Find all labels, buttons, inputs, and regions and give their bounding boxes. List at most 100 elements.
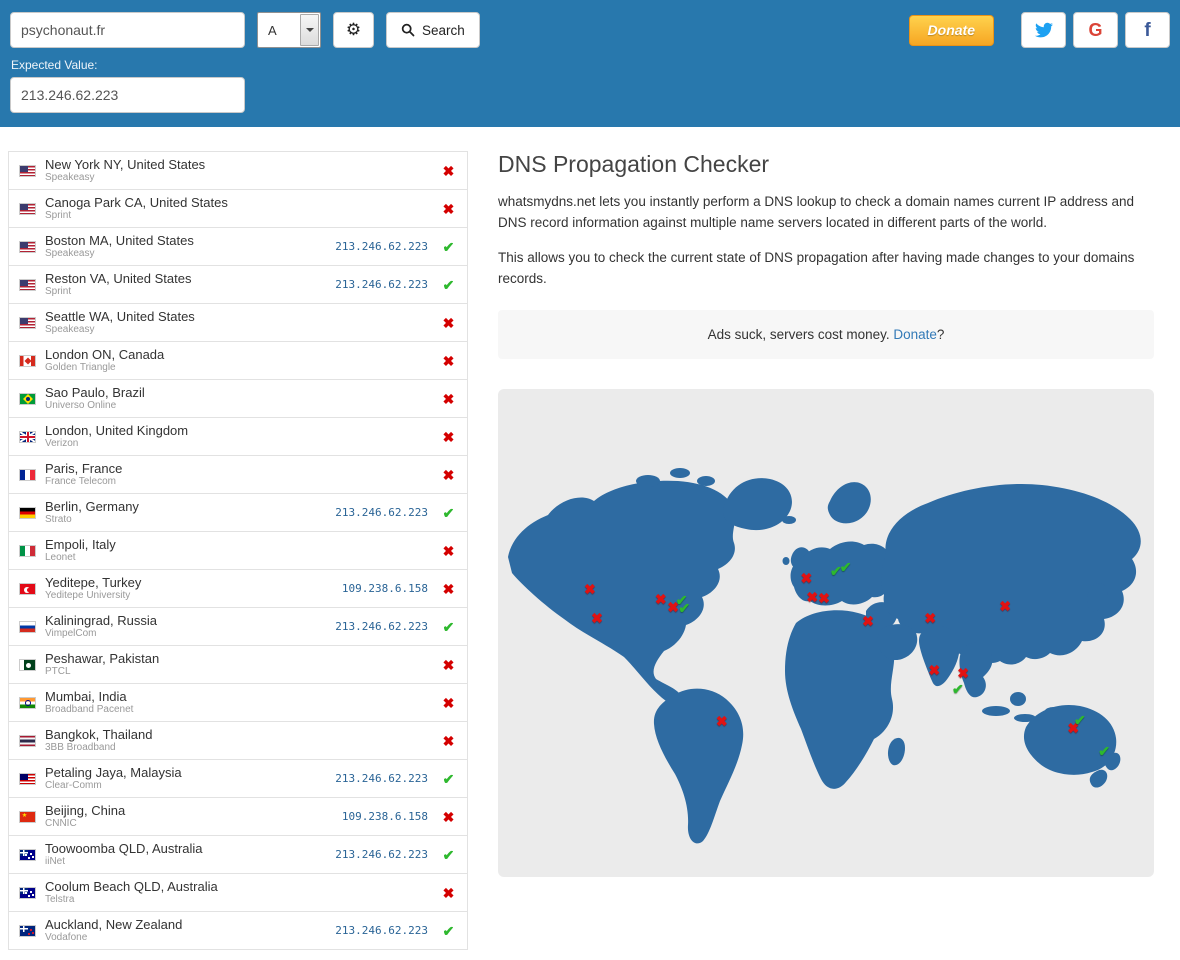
server-info: Coolum Beach QLD, Australia Telstra xyxy=(45,879,428,906)
server-location: Yeditepe, Turkey xyxy=(45,575,142,590)
twitter-button[interactable] xyxy=(1021,12,1066,48)
twitter-icon xyxy=(1034,22,1053,38)
result-row[interactable]: Boston MA, United States Speakeasy 213.2… xyxy=(9,228,467,266)
record-type-select-wrap: A xyxy=(257,12,321,48)
search-icon xyxy=(401,23,415,37)
nz-flag-icon xyxy=(19,924,36,937)
tr-flag-icon xyxy=(19,582,36,595)
server-provider: VimpelCom xyxy=(45,628,97,639)
server-provider: France Telecom xyxy=(45,476,116,487)
result-row[interactable]: Sao Paulo, Brazil Universo Online ✖ xyxy=(9,380,467,418)
server-provider: Sprint xyxy=(45,210,72,221)
server-info: Canoga Park CA, United States Sprint xyxy=(45,195,428,222)
record-type-select[interactable]: A xyxy=(257,12,321,48)
google-button[interactable]: G xyxy=(1073,12,1118,48)
server-provider: Speakeasy xyxy=(45,248,95,259)
result-row[interactable]: Peshawar, Pakistan PTCL ✖ xyxy=(9,646,467,684)
server-location: Sao Paulo, Brazil xyxy=(45,385,145,400)
server-location: Canoga Park CA, United States xyxy=(45,195,228,210)
status-fail-icon: ✖ xyxy=(442,542,455,559)
server-provider: Vodafone xyxy=(45,932,88,943)
resolved-ip: 213.246.62.223 xyxy=(335,506,428,519)
expected-value-input[interactable] xyxy=(10,77,245,113)
server-info: Sao Paulo, Brazil Universo Online xyxy=(45,385,428,412)
donate-button[interactable]: Donate xyxy=(908,14,994,46)
status-fail-icon: ✖ xyxy=(442,808,455,825)
server-location: Mumbai, India xyxy=(45,689,127,704)
donate-link[interactable]: Donate xyxy=(893,327,937,342)
facebook-icon: f xyxy=(1144,19,1151,41)
de-flag-icon xyxy=(19,506,36,519)
options-button[interactable]: ⚙ xyxy=(333,12,374,48)
facebook-button[interactable]: f xyxy=(1125,12,1170,48)
server-location: Toowoomba QLD, Australia xyxy=(45,841,203,856)
server-info: Petaling Jaya, Malaysia Clear-Comm xyxy=(45,765,335,792)
result-row[interactable]: Yeditepe, Turkey Yeditepe University 109… xyxy=(9,570,467,608)
secondary-paragraph: This allows you to check the current sta… xyxy=(498,249,1135,286)
result-row[interactable]: Paris, France France Telecom ✖ xyxy=(9,456,467,494)
my-flag-icon xyxy=(19,772,36,785)
search-button[interactable]: Search xyxy=(386,12,480,48)
server-info: Paris, France France Telecom xyxy=(45,461,428,488)
result-row[interactable]: Kaliningrad, Russia VimpelCom 213.246.62… xyxy=(9,608,467,646)
expected-value-label: Expected Value: xyxy=(11,58,98,72)
server-info: Empoli, Italy Leonet xyxy=(45,537,428,564)
server-info: Peshawar, Pakistan PTCL xyxy=(45,651,428,678)
server-location: New York NY, United States xyxy=(45,157,206,172)
server-info: Beijing, China CNNIC xyxy=(45,803,342,830)
server-info: Kaliningrad, Russia VimpelCom xyxy=(45,613,335,640)
server-provider: iiNet xyxy=(45,856,66,867)
us-flag-icon xyxy=(19,202,36,215)
result-row[interactable]: Beijing, China CNNIC 109.238.6.158 ✖ xyxy=(9,798,467,836)
result-row[interactable]: Coolum Beach QLD, Australia Telstra ✖ xyxy=(9,874,467,912)
server-provider: Sprint xyxy=(45,286,72,297)
donation-text: Ads suck, servers cost money. xyxy=(707,326,894,342)
au-flag-icon xyxy=(19,848,36,861)
server-info: Bangkok, Thailand 3BB Broadband xyxy=(45,727,428,754)
server-provider: Clear-Comm xyxy=(45,780,102,791)
us-flag-icon xyxy=(19,316,36,329)
server-info: New York NY, United States Speakeasy xyxy=(45,157,428,184)
result-row[interactable]: Reston VA, United States Sprint 213.246.… xyxy=(9,266,467,304)
result-row[interactable]: Empoli, Italy Leonet ✖ xyxy=(9,532,467,570)
server-info: Seattle WA, United States Speakeasy xyxy=(45,309,428,336)
server-location: Boston MA, United States xyxy=(45,233,194,248)
result-row[interactable]: Canoga Park CA, United States Sprint ✖ xyxy=(9,190,467,228)
resolved-ip: 213.246.62.223 xyxy=(335,924,428,937)
result-row[interactable]: London, United Kingdom Verizon ✖ xyxy=(9,418,467,456)
status-ok-icon: ✔ xyxy=(442,276,455,293)
result-row[interactable]: Toowoomba QLD, Australia iiNet 213.246.6… xyxy=(9,836,467,874)
domain-input[interactable] xyxy=(10,12,245,48)
status-fail-icon: ✖ xyxy=(442,162,455,179)
status-ok-icon: ✔ xyxy=(442,846,455,863)
donation-banner: Ads suck, servers cost money. Donate? xyxy=(498,309,1154,359)
result-row[interactable]: Petaling Jaya, Malaysia Clear-Comm 213.2… xyxy=(9,760,467,798)
status-fail-icon: ✖ xyxy=(442,428,455,445)
server-location: Bangkok, Thailand xyxy=(45,727,153,742)
result-row[interactable]: Berlin, Germany Strato 213.246.62.223 ✔ xyxy=(9,494,467,532)
server-provider: Speakeasy xyxy=(45,324,95,335)
google-icon: G xyxy=(1088,20,1103,40)
server-provider: Verizon xyxy=(45,438,79,449)
result-row[interactable]: Bangkok, Thailand 3BB Broadband ✖ xyxy=(9,722,467,760)
resolved-ip: 213.246.62.223 xyxy=(335,240,428,253)
world-map: ✖ ✖ ✖ ✖ ✔ ✔ ✖ ✖ ✖ ✖ ✔ ✔ ✖ ✖ ✖ ✖ ✔ ✖ ✖ ✔ ✔ xyxy=(498,388,1154,877)
result-row[interactable]: New York NY, United States Speakeasy ✖ xyxy=(9,152,467,190)
result-row[interactable]: Seattle WA, United States Speakeasy ✖ xyxy=(9,304,467,342)
server-info: Berlin, Germany Strato xyxy=(45,499,335,526)
status-fail-icon: ✖ xyxy=(442,390,455,407)
server-provider: Telstra xyxy=(45,894,75,905)
result-row[interactable]: London ON, Canada Golden Triangle ✖ xyxy=(9,342,467,380)
result-row[interactable]: Auckland, New Zealand Vodafone 213.246.6… xyxy=(9,912,467,950)
result-row[interactable]: Mumbai, India Broadband Pacenet ✖ xyxy=(9,684,467,722)
server-provider: Speakeasy xyxy=(45,172,95,183)
server-provider: 3BB Broadband xyxy=(45,742,116,753)
page-title: DNS Propagation Checker xyxy=(498,151,770,177)
server-location: Peshawar, Pakistan xyxy=(45,651,160,666)
server-provider: CNNIC xyxy=(45,818,77,829)
server-location: Petaling Jaya, Malaysia xyxy=(45,765,182,780)
server-location: Paris, France xyxy=(45,461,123,476)
server-info: Yeditepe, Turkey Yeditepe University xyxy=(45,575,342,602)
status-ok-icon: ✔ xyxy=(442,770,455,787)
gb-flag-icon xyxy=(19,430,36,443)
